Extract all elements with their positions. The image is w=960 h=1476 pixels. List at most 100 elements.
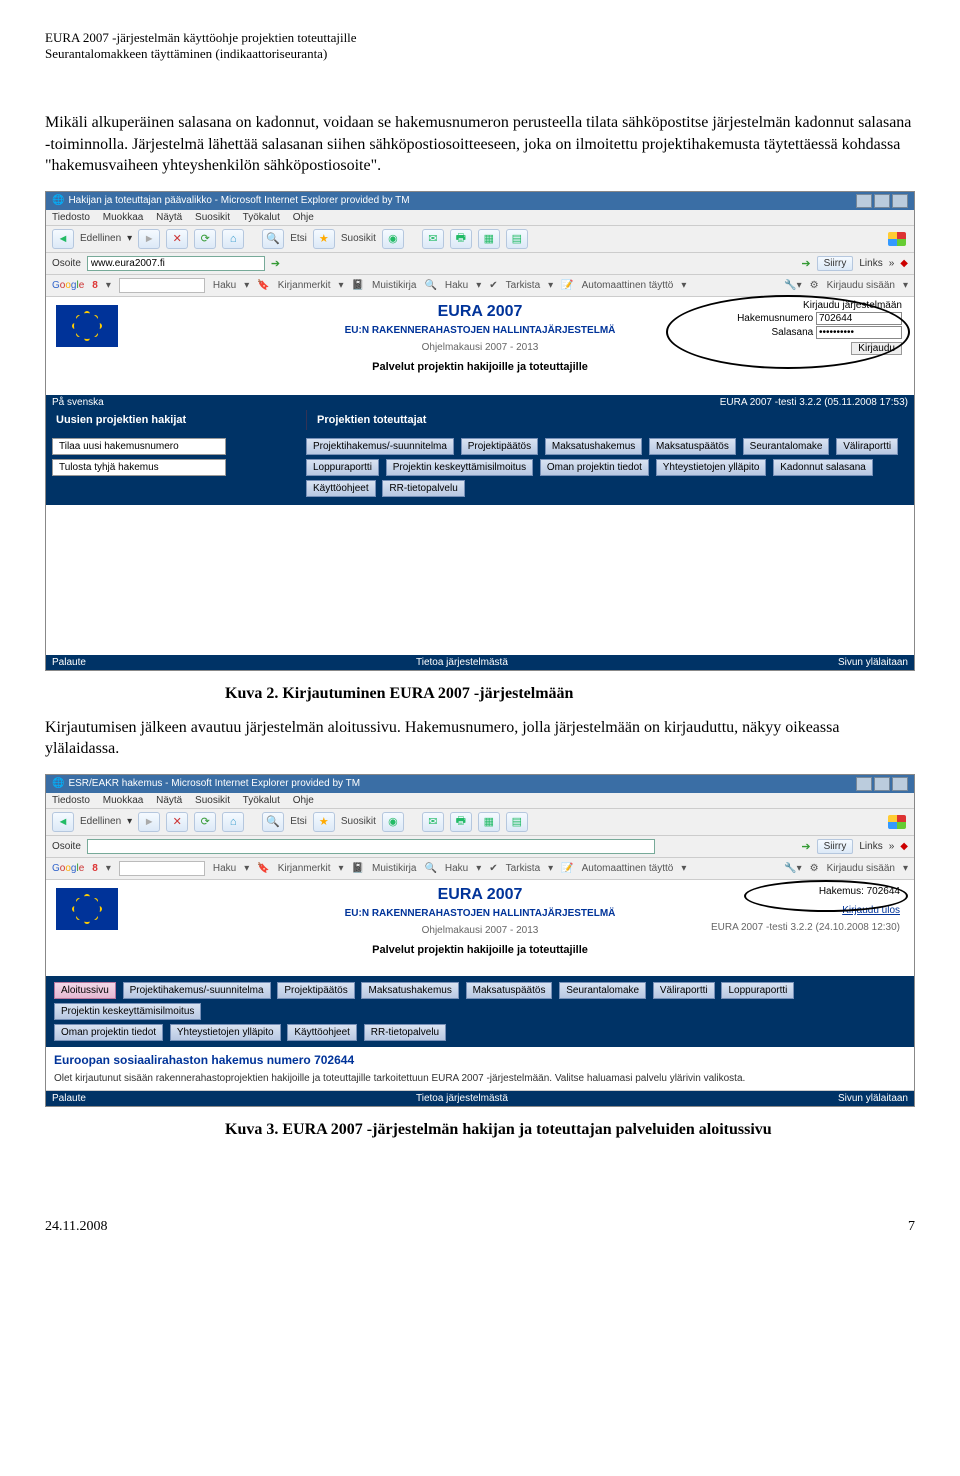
tab-7[interactable]: Loppuraportti bbox=[721, 982, 794, 999]
menu-fav[interactable]: Suosikit bbox=[195, 795, 230, 806]
favorites-icon[interactable]: ★ bbox=[313, 812, 335, 832]
tab-active[interactable]: Aloitussivu bbox=[54, 982, 116, 999]
google-login[interactable]: Kirjaudu sisään bbox=[827, 863, 895, 874]
menu-edit[interactable]: Muokkaa bbox=[103, 795, 144, 806]
menu-tools[interactable]: Työkalut bbox=[243, 795, 280, 806]
tab-6[interactable]: Väliraportti bbox=[653, 982, 715, 999]
tab2-0[interactable]: Oman projektin tiedot bbox=[54, 1024, 163, 1041]
tab-5[interactable]: Seurantalomake bbox=[559, 982, 646, 999]
menu-file[interactable]: Tiedosto bbox=[52, 795, 90, 806]
forward-button[interactable]: ► bbox=[138, 229, 160, 249]
gtb-notebook[interactable]: Muistikirja bbox=[372, 280, 416, 291]
tab-8[interactable]: Projektin keskeyttämisilmoitus bbox=[54, 1003, 201, 1020]
window-buttons-2[interactable] bbox=[856, 777, 908, 791]
gtb-search2[interactable]: Haku bbox=[445, 280, 468, 291]
menu-view[interactable]: Näytä bbox=[156, 795, 182, 806]
go-icon[interactable]: ➔ bbox=[801, 840, 810, 853]
login-pw-input[interactable] bbox=[816, 326, 902, 339]
rtab-r3-1[interactable]: RR-tietopalvelu bbox=[382, 480, 464, 497]
gtb-search[interactable]: Haku bbox=[213, 863, 236, 874]
stop-button[interactable]: ✕ bbox=[166, 229, 188, 249]
media-icon[interactable]: ◉ bbox=[382, 812, 404, 832]
tab2-2[interactable]: Käyttöohjeet bbox=[287, 1024, 357, 1041]
misc-icon[interactable]: ▦ bbox=[478, 229, 500, 249]
footer-left-link[interactable]: Palaute bbox=[52, 657, 86, 668]
adobe-icon[interactable]: ◆ bbox=[900, 841, 908, 852]
address-input[interactable] bbox=[87, 256, 265, 271]
gtb-autofill[interactable]: Automaattinen täyttö bbox=[582, 280, 674, 291]
left-tab-0[interactable]: Tilaa uusi hakemusnumero bbox=[52, 438, 226, 455]
gtb-notebook[interactable]: Muistikirja bbox=[372, 863, 416, 874]
print-icon[interactable]: 🖶 bbox=[450, 229, 472, 249]
menu-edit[interactable]: Muokkaa bbox=[103, 212, 144, 223]
footer-right-link[interactable]: Sivun ylälaitaan bbox=[838, 657, 908, 668]
ie-menubar-2[interactable]: Tiedosto Muokkaa Näytä Suosikit Työkalut… bbox=[46, 793, 914, 809]
print-icon[interactable]: 🖶 bbox=[450, 812, 472, 832]
menu-file[interactable]: Tiedosto bbox=[52, 212, 90, 223]
media-icon[interactable]: ◉ bbox=[382, 229, 404, 249]
menu-help[interactable]: Ohje bbox=[293, 795, 314, 806]
misc-icon[interactable]: ▦ bbox=[478, 812, 500, 832]
footer-mid-link-2[interactable]: Tietoa järjestelmästä bbox=[86, 1093, 838, 1104]
address-bar[interactable]: Osoite ➔ ➔ Siirry Links » ◆ bbox=[46, 253, 914, 275]
google-toolbar-2[interactable]: Google 8▾ Haku▾ 🔖Kirjanmerkit▾ 📓Muistiki… bbox=[46, 858, 914, 880]
home-button[interactable]: ⌂ bbox=[222, 229, 244, 249]
home-button[interactable]: ⌂ bbox=[222, 812, 244, 832]
menu-help[interactable]: Ohje bbox=[293, 212, 314, 223]
google-login[interactable]: Kirjaudu sisään bbox=[827, 280, 895, 291]
footer-right-link-2[interactable]: Sivun ylälaitaan bbox=[838, 1093, 908, 1104]
links-label[interactable]: Links bbox=[859, 258, 882, 269]
misc2-icon[interactable]: ▤ bbox=[506, 229, 528, 249]
rtab-r1-1[interactable]: Projektipäätös bbox=[461, 438, 538, 455]
back-button[interactable]: ◄ bbox=[52, 812, 74, 832]
footer-left-link-2[interactable]: Palaute bbox=[52, 1093, 86, 1104]
window-buttons[interactable] bbox=[856, 194, 908, 208]
links-label[interactable]: Links bbox=[859, 841, 882, 852]
ie-menubar[interactable]: Tiedosto Muokkaa Näytä Suosikit Työkalut… bbox=[46, 210, 914, 226]
gtb-search2[interactable]: Haku bbox=[445, 863, 468, 874]
footer-mid-link[interactable]: Tietoa järjestelmästä bbox=[86, 657, 838, 668]
rtab-r1-5[interactable]: Väliraportti bbox=[836, 438, 898, 455]
rtab-r1-2[interactable]: Maksatushakemus bbox=[545, 438, 642, 455]
address-bar-2[interactable]: Osoite ➔ Siirry Links» ◆ bbox=[46, 836, 914, 858]
gtb-check[interactable]: Tarkista bbox=[506, 280, 540, 291]
tab-2[interactable]: Projektipäätös bbox=[277, 982, 354, 999]
rtab-r1-0[interactable]: Projektihakemus/-suunnitelma bbox=[306, 438, 454, 455]
google-search-input[interactable] bbox=[119, 278, 205, 293]
refresh-button[interactable]: ⟳ bbox=[194, 229, 216, 249]
rtab-r1-3[interactable]: Maksatuspäätös bbox=[649, 438, 736, 455]
tab-3[interactable]: Maksatushakemus bbox=[361, 982, 458, 999]
tab-4[interactable]: Maksatuspäätös bbox=[466, 982, 553, 999]
rtab-r2-1[interactable]: Projektin keskeyttämisilmoitus bbox=[386, 459, 533, 476]
search-icon[interactable]: 🔍 bbox=[262, 229, 284, 249]
adobe-icon[interactable]: ◆ bbox=[900, 258, 908, 269]
siirry-button[interactable]: Siirry bbox=[817, 256, 854, 271]
back-button[interactable]: ◄ bbox=[52, 229, 74, 249]
rtab-r2-4[interactable]: Kadonnut salasana bbox=[773, 459, 873, 476]
logout-link[interactable]: Kirjaudu ulos bbox=[711, 905, 900, 916]
left-tab-1[interactable]: Tulosta tyhjä hakemus bbox=[52, 459, 226, 476]
mail-icon[interactable]: ✉ bbox=[422, 812, 444, 832]
favorites-icon[interactable]: ★ bbox=[313, 229, 335, 249]
menu-view[interactable]: Näytä bbox=[156, 212, 182, 223]
gtb-bookmarks[interactable]: Kirjanmerkit bbox=[278, 280, 331, 291]
forward-button[interactable]: ► bbox=[138, 812, 160, 832]
ie-toolbar[interactable]: ◄ Edellinen ▾ ► ✕ ⟳ ⌂ 🔍 Etsi ★ Suosikit … bbox=[46, 226, 914, 253]
siirry-button[interactable]: Siirry bbox=[817, 839, 854, 854]
google-search-input-2[interactable] bbox=[119, 861, 205, 876]
refresh-button[interactable]: ⟳ bbox=[194, 812, 216, 832]
go-icon[interactable]: ➔ bbox=[271, 257, 280, 270]
address-input-2[interactable] bbox=[87, 839, 655, 854]
misc2-icon[interactable]: ▤ bbox=[506, 812, 528, 832]
search-icon[interactable]: 🔍 bbox=[262, 812, 284, 832]
ie-toolbar-2[interactable]: ◄ Edellinen▾ ► ✕ ⟳ ⌂ 🔍 Etsi ★ Suosikit ◉… bbox=[46, 809, 914, 836]
go2-icon[interactable]: ➔ bbox=[801, 257, 810, 270]
rtab-r2-3[interactable]: Yhteystietojen ylläpito bbox=[656, 459, 767, 476]
gtb-search[interactable]: Haku bbox=[213, 280, 236, 291]
tab2-1[interactable]: Yhteystietojen ylläpito bbox=[170, 1024, 281, 1041]
gtb-check[interactable]: Tarkista bbox=[506, 863, 540, 874]
menu-fav[interactable]: Suosikit bbox=[195, 212, 230, 223]
rtab-r1-4[interactable]: Seurantalomake bbox=[743, 438, 830, 455]
gtb-autofill[interactable]: Automaattinen täyttö bbox=[582, 863, 674, 874]
login-num-input[interactable] bbox=[816, 312, 902, 325]
